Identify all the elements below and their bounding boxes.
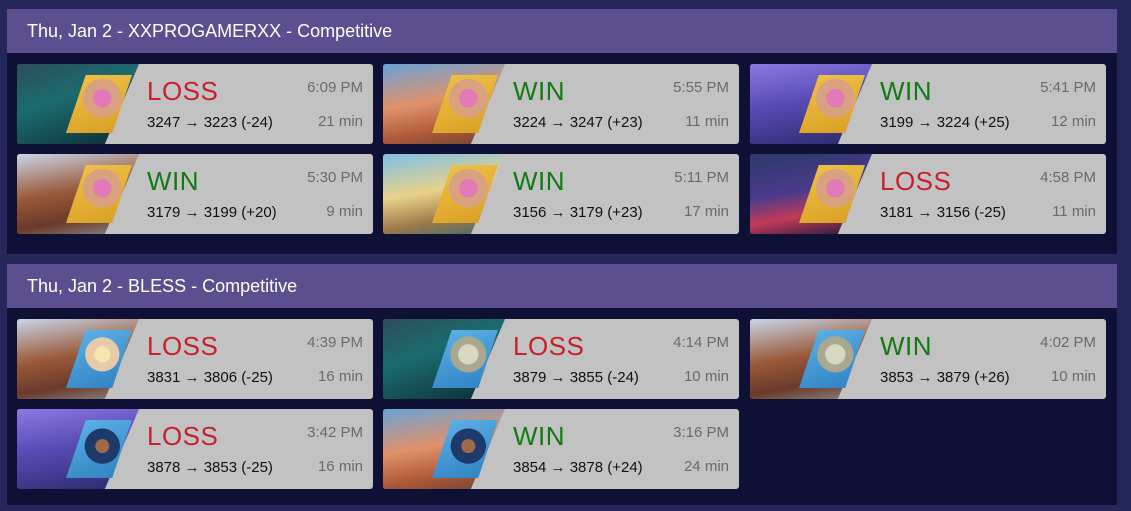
match-card[interactable]: WIN 3199 → 3224 (+25) 5:41 PM 12 min bbox=[750, 64, 1106, 144]
match-duration: 10 min bbox=[683, 368, 729, 385]
match-duration: 21 min bbox=[317, 113, 363, 130]
match-duration: 11 min bbox=[1052, 203, 1096, 220]
sr-change: 3181 → 3156 (-25) bbox=[880, 204, 1006, 221]
result-label: WIN bbox=[880, 331, 933, 361]
match-time: 4:58 PM bbox=[1040, 169, 1096, 186]
match-card[interactable]: LOSS 3878 → 3853 (-25) 3:42 PM 16 min bbox=[17, 409, 373, 489]
sr-change: 3224 → 3247 (+23) bbox=[513, 114, 643, 131]
result-label: WIN bbox=[513, 166, 566, 196]
sr-change: 3831 → 3806 (-25) bbox=[147, 369, 273, 386]
match-time: 5:30 PM bbox=[307, 169, 363, 186]
match-card[interactable]: LOSS 3879 → 3855 (-24) 4:14 PM 10 min bbox=[383, 319, 739, 399]
result-label: LOSS bbox=[147, 76, 219, 106]
sr-change: 3179 → 3199 (+20) bbox=[147, 204, 277, 221]
match-card[interactable]: WIN 3156 → 3179 (+23) 5:11 PM 17 min bbox=[383, 154, 739, 234]
match-time: 5:11 PM bbox=[674, 169, 729, 186]
result-label: LOSS bbox=[513, 331, 585, 361]
result-label: LOSS bbox=[880, 166, 952, 196]
result-label: LOSS bbox=[147, 421, 219, 451]
match-time: 4:14 PM bbox=[673, 334, 729, 351]
sr-change: 3199 → 3224 (+25) bbox=[880, 114, 1010, 131]
match-duration: 24 min bbox=[683, 458, 729, 475]
match-card[interactable]: LOSS 3181 → 3156 (-25) 4:58 PM 11 min bbox=[750, 154, 1106, 234]
result-label: WIN bbox=[513, 421, 566, 451]
result-label: WIN bbox=[147, 166, 200, 196]
session-panel: Thu, Jan 2 - XXPROGAMERXX - Competitive … bbox=[7, 9, 1117, 254]
match-time: 3:42 PM bbox=[307, 424, 363, 441]
match-card[interactable]: LOSS 3247 → 3223 (-24) 6:09 PM 21 min bbox=[17, 64, 373, 144]
match-card[interactable]: WIN 3853 → 3879 (+26) 4:02 PM 10 min bbox=[750, 319, 1106, 399]
result-label: WIN bbox=[513, 76, 566, 106]
match-time: 4:39 PM bbox=[307, 334, 363, 351]
match-time: 5:55 PM bbox=[673, 79, 729, 96]
sr-change: 3853 → 3879 (+26) bbox=[880, 369, 1010, 386]
sr-change: 3854 → 3878 (+24) bbox=[513, 459, 643, 476]
result-label: WIN bbox=[880, 76, 933, 106]
match-duration: 10 min bbox=[1050, 368, 1096, 385]
match-time: 4:02 PM bbox=[1040, 334, 1096, 351]
match-card[interactable]: WIN 3179 → 3199 (+20) 5:30 PM 9 min bbox=[17, 154, 373, 234]
match-card[interactable]: LOSS 3831 → 3806 (-25) 4:39 PM 16 min bbox=[17, 319, 373, 399]
sr-change: 3156 → 3179 (+23) bbox=[513, 204, 643, 221]
match-duration: 9 min bbox=[326, 203, 363, 220]
match-time: 6:09 PM bbox=[307, 79, 363, 96]
match-time: 5:41 PM bbox=[1040, 79, 1096, 96]
match-card[interactable]: WIN 3854 → 3878 (+24) 3:16 PM 24 min bbox=[383, 409, 739, 489]
session-panel: Thu, Jan 2 - BLESS - Competitive LOSS 38… bbox=[7, 264, 1117, 505]
match-duration: 11 min bbox=[685, 113, 729, 130]
sr-change: 3878 → 3853 (-25) bbox=[147, 459, 273, 476]
match-duration: 16 min bbox=[317, 458, 363, 475]
match-time: 3:16 PM bbox=[673, 424, 729, 441]
match-duration: 12 min bbox=[1050, 113, 1096, 130]
sr-change: 3247 → 3223 (-24) bbox=[147, 114, 273, 131]
match-card[interactable]: WIN 3224 → 3247 (+23) 5:55 PM 11 min bbox=[383, 64, 739, 144]
session-header: Thu, Jan 2 - XXPROGAMERXX - Competitive bbox=[7, 9, 1117, 53]
sr-change: 3879 → 3855 (-24) bbox=[513, 369, 639, 386]
match-duration: 17 min bbox=[683, 203, 729, 220]
session-header: Thu, Jan 2 - BLESS - Competitive bbox=[7, 264, 1117, 308]
result-label: LOSS bbox=[147, 331, 219, 361]
match-duration: 16 min bbox=[317, 368, 363, 385]
